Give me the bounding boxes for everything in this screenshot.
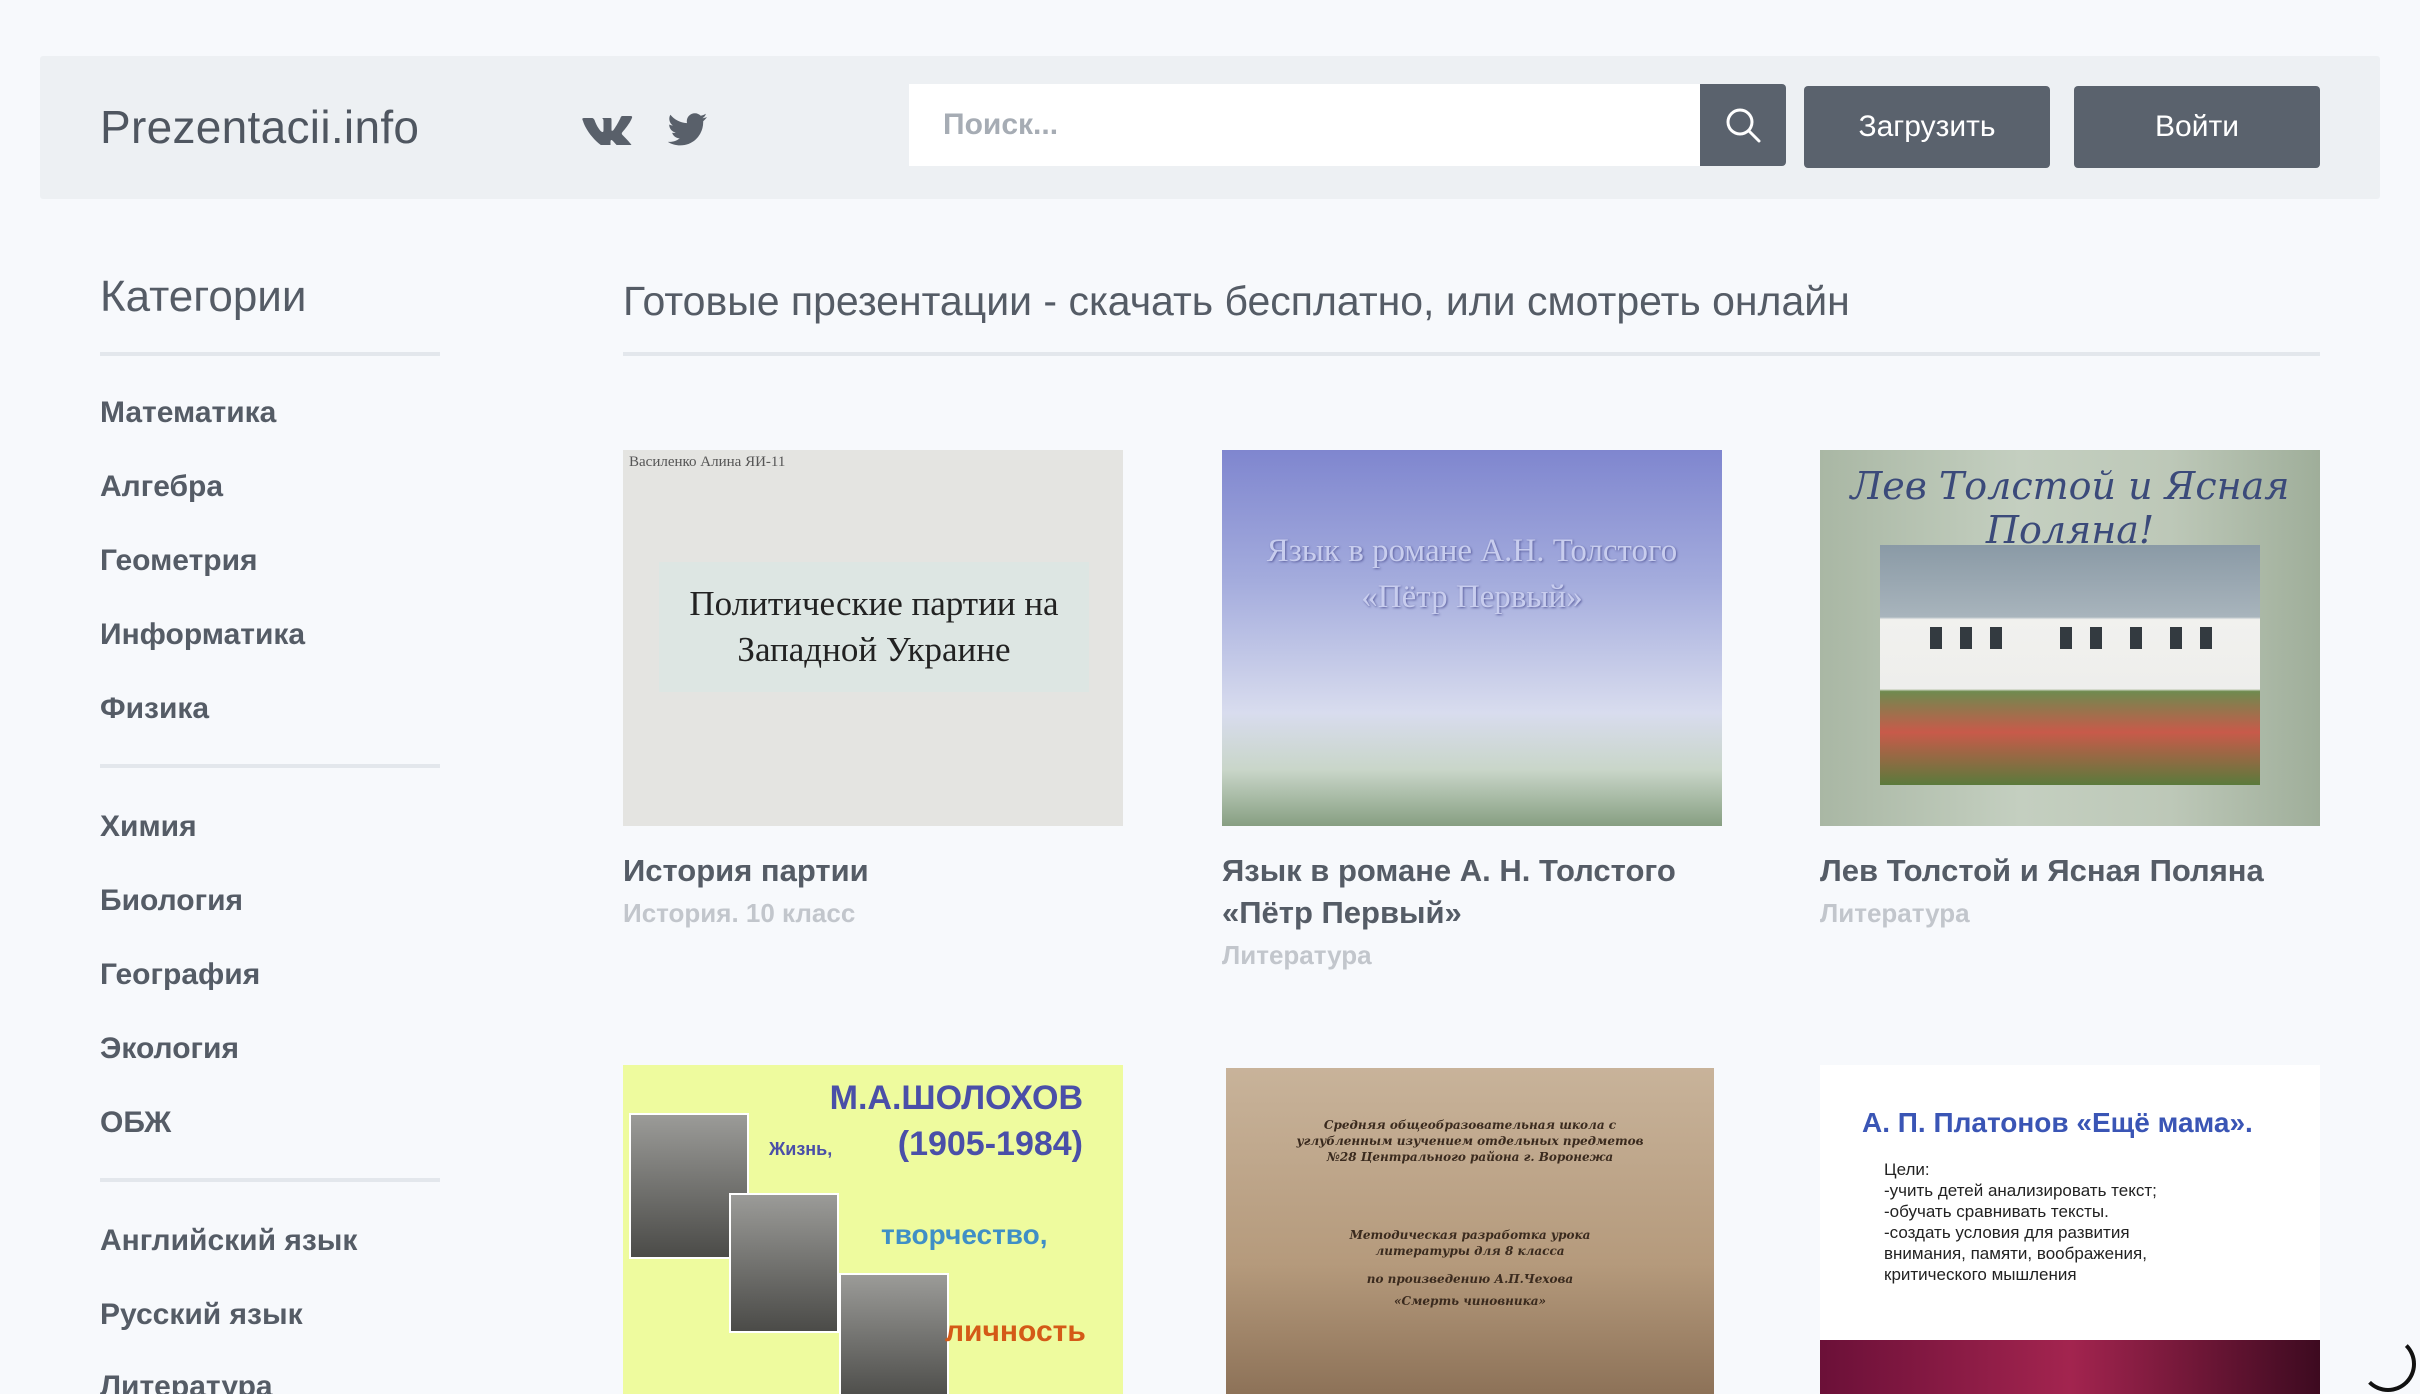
card-thumbnail[interactable]: А. П. Платонов «Ещё мама». Цели: -учить … [1820, 1065, 2320, 1394]
thumb-title: А. П. Платонов «Ещё мама». [1862, 1107, 2253, 1138]
search-input[interactable] [909, 84, 1701, 166]
card-title[interactable]: Язык в романе А. Н. Толстого «Пётр Первый… [1222, 850, 1742, 934]
vk-icon[interactable] [578, 108, 638, 152]
thumb-title: Политические партии на Западной Украине [659, 562, 1089, 692]
thumb-text: личность [945, 1315, 1086, 1348]
thumb-text: углубленным изучением отдельных предмето… [1296, 1134, 1644, 1148]
thumb-title: М.А.ШОЛОХОВ [829, 1079, 1083, 1117]
category-link[interactable]: ОБЖ [100, 1106, 171, 1140]
card-thumbnail[interactable]: Средняя общеобразовательная школа с углу… [1226, 1068, 1714, 1394]
category-link[interactable]: География [100, 958, 260, 992]
category-link[interactable]: Экология [100, 1032, 239, 1066]
category-link[interactable]: Геометрия [100, 544, 258, 578]
category-link[interactable]: Информатика [100, 618, 305, 652]
card-title[interactable]: История партии [623, 850, 1143, 892]
search-button[interactable] [1700, 84, 1786, 166]
category-link[interactable]: Литература [100, 1370, 273, 1394]
loading-spinner-icon [2360, 1336, 2416, 1392]
thumb-text: Цели: -учить детей анализировать текст; … [1884, 1160, 2157, 1284]
thumb-text: Жизнь, [769, 1139, 833, 1159]
estate-photo [1880, 545, 2260, 785]
category-link[interactable]: Химия [100, 810, 197, 844]
category-link[interactable]: Математика [100, 396, 276, 430]
card-thumbnail[interactable]: М.А.ШОЛОХОВ (1905-1984) Жизнь, творчеств… [623, 1065, 1123, 1394]
search-icon [1726, 108, 1761, 143]
category-link[interactable]: Английский язык [100, 1224, 357, 1258]
thumb-text: №28 Центрального района г. Воронежа [1326, 1150, 1614, 1164]
card-thumbnail[interactable]: Василенко Алина ЯИ-11 Политические парти… [623, 450, 1123, 826]
divider [100, 1178, 440, 1182]
card-thumbnail[interactable]: Лев Толстой и Ясная Поляна! [1820, 450, 2320, 826]
thumb-text: Методическая разработка урока [1349, 1228, 1591, 1242]
divider [100, 352, 440, 356]
upload-button[interactable]: Загрузить [1804, 86, 2050, 168]
card-thumbnail[interactable]: Язык в романе А.Н. Толстого «Пётр Первый» [1222, 450, 1722, 826]
portrait-photo [729, 1193, 839, 1333]
thumb-text: литературы для 8 класса [1375, 1244, 1565, 1258]
thumb-author: Василенко Алина ЯИ-11 [629, 454, 786, 470]
thumb-text: Средняя общеобразовательная школа с [1323, 1118, 1617, 1132]
decorative-band [1820, 1340, 2320, 1394]
card-category[interactable]: Литература [1222, 940, 1372, 971]
page-title: Готовые презентации - скачать бесплатно,… [623, 278, 1850, 324]
thumb-text: по произведению А.П.Чехова [1366, 1272, 1574, 1286]
category-link[interactable]: Физика [100, 692, 209, 726]
twitter-icon[interactable] [658, 108, 718, 152]
thumb-text: творчество, [881, 1219, 1048, 1250]
site-logo[interactable]: Prezentacii.info [100, 56, 419, 199]
category-link[interactable]: Русский язык [100, 1298, 303, 1332]
divider [623, 352, 2320, 356]
card-category[interactable]: Литература [1820, 898, 1970, 929]
divider [100, 764, 440, 768]
card-title[interactable]: Лев Толстой и Ясная Поляна [1820, 850, 2340, 892]
category-link[interactable]: Алгебра [100, 470, 223, 504]
category-link[interactable]: Биология [100, 884, 243, 918]
thumb-title: Язык в романе А.Н. Толстого «Пётр Первый» [1266, 533, 1678, 615]
site-header: Prezentacii.info Загрузить Войти [40, 56, 2380, 199]
card-category[interactable]: История. 10 класс [623, 898, 855, 929]
sidebar-title: Категории [100, 272, 307, 321]
login-button[interactable]: Войти [2074, 86, 2320, 168]
portrait-photo [839, 1273, 949, 1394]
thumb-years: (1905-1984) [897, 1125, 1083, 1163]
thumb-title: Лев Толстой и Ясная Поляна! [1850, 464, 2290, 552]
thumb-text: «Смерть чиновника» [1393, 1294, 1547, 1308]
